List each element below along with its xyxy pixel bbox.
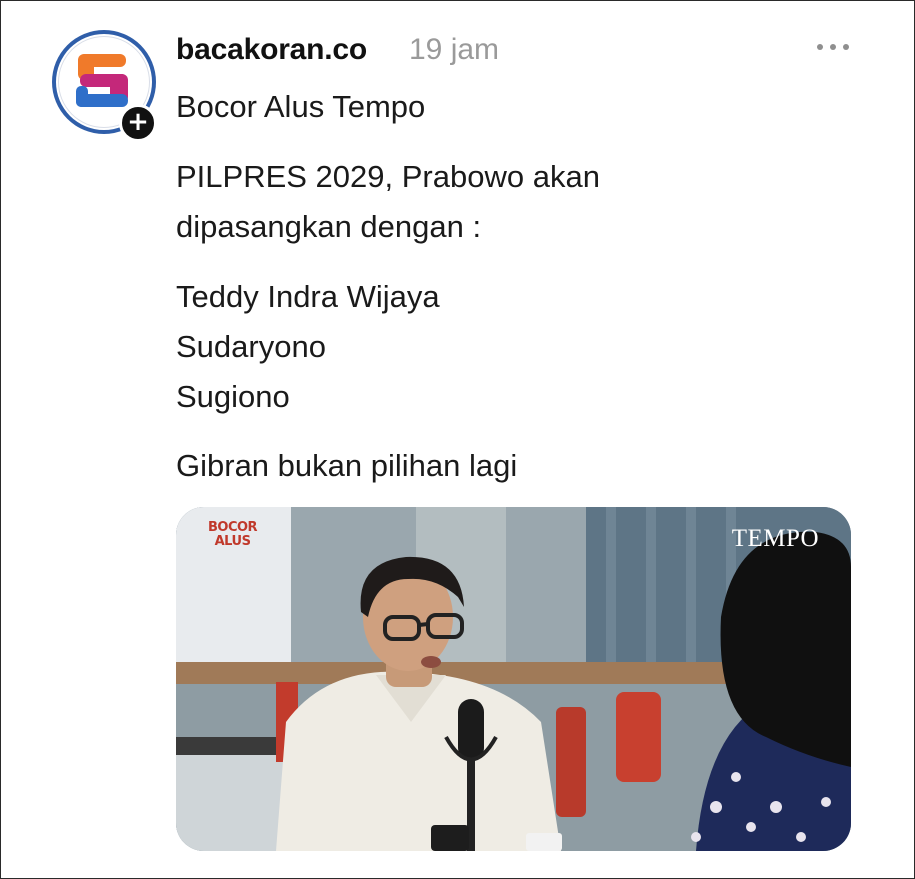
bocor-alus-logo: BOCOR ALUS — [208, 520, 258, 549]
post-line-headline-2: dipasangkan dengan : — [176, 209, 482, 244]
timestamp: 19 jam — [409, 33, 500, 66]
more-options-button[interactable] — [815, 37, 855, 57]
post-line-name-2: Sudaryono — [176, 329, 326, 364]
plus-icon: + — [127, 107, 149, 137]
follow-button[interactable]: + — [119, 104, 157, 142]
username[interactable]: bacakoran.co — [176, 33, 367, 67]
tempo-logo: TEMPO — [731, 525, 819, 552]
post-image[interactable]: BOCOR ALUS TEMPO — [176, 507, 851, 851]
post-line-source: Bocor Alus Tempo — [176, 89, 426, 124]
post-line-name-3: Sugiono — [176, 379, 290, 414]
interview-scene — [176, 507, 851, 851]
post-line-name-1: Teddy Indra Wijaya — [176, 279, 440, 314]
more-dots-icon — [817, 44, 823, 50]
post-card: + bacakoran.co 19 jam Bocor Alus Tempo P… — [0, 0, 915, 879]
post-line-closing: Gibran bukan pilihan lagi — [176, 448, 518, 483]
post-line-headline-1: PILPRES 2029, Prabowo akan — [176, 159, 600, 194]
